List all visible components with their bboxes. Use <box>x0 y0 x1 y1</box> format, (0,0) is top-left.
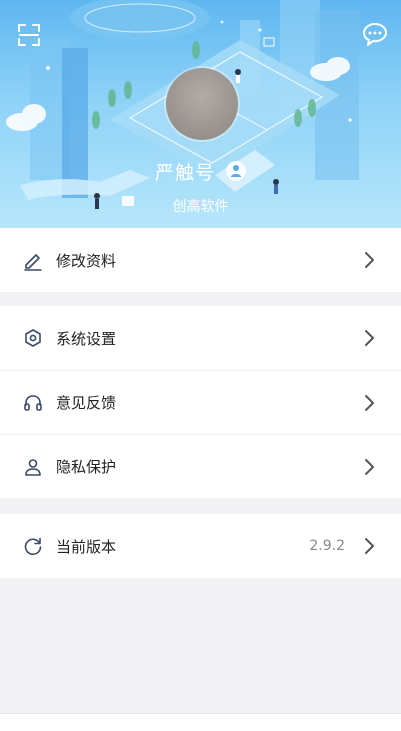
chevron-right-icon <box>365 538 374 554</box>
privacy-item[interactable]: 隐私保护 <box>0 434 401 498</box>
privacy-label: 隐私保护 <box>56 458 117 476</box>
version-label: 当前版本 <box>56 537 117 556</box>
menu-group-profile: 修改资料 <box>0 228 401 292</box>
pencil-icon <box>24 254 42 271</box>
avatar[interactable] <box>166 68 238 140</box>
chevron-right-icon <box>365 395 374 411</box>
version-item[interactable]: 当前版本 2.9.2 <box>0 514 401 578</box>
system-settings-item[interactable]: 系统设置 <box>0 306 401 370</box>
user-name-row: 严触号 <box>0 158 401 186</box>
message-icon <box>363 23 387 46</box>
user-badge-icon <box>226 160 247 181</box>
user-company: 创高软件 <box>172 199 229 215</box>
scan-button[interactable] <box>14 20 44 50</box>
message-button[interactable] <box>361 20 389 48</box>
headset-icon <box>24 394 42 411</box>
edit-profile-item[interactable]: 修改资料 <box>0 228 401 292</box>
chevron-right-icon <box>365 252 374 268</box>
menu-group-settings: 系统设置 意见反馈 隐私保护 <box>0 306 401 498</box>
refresh-icon <box>24 537 42 556</box>
user-icon <box>25 458 41 476</box>
feedback-item[interactable]: 意见反馈 <box>0 370 401 434</box>
chevron-right-icon <box>365 459 374 475</box>
edit-profile-label: 修改资料 <box>56 251 117 270</box>
scan-icon <box>18 24 40 46</box>
chevron-right-icon <box>365 330 374 346</box>
menu-group-version: 当前版本 2.9.2 <box>0 514 401 578</box>
user-name: 严触号 <box>154 162 215 184</box>
bottom-tab-bar <box>0 713 401 731</box>
profile-header: 严触号 创高软件 <box>0 0 401 228</box>
system-settings-label: 系统设置 <box>56 329 117 348</box>
version-value: 2.9.2 <box>309 538 345 554</box>
hexagon-settings-icon <box>25 329 41 347</box>
feedback-label: 意见反馈 <box>56 394 117 412</box>
